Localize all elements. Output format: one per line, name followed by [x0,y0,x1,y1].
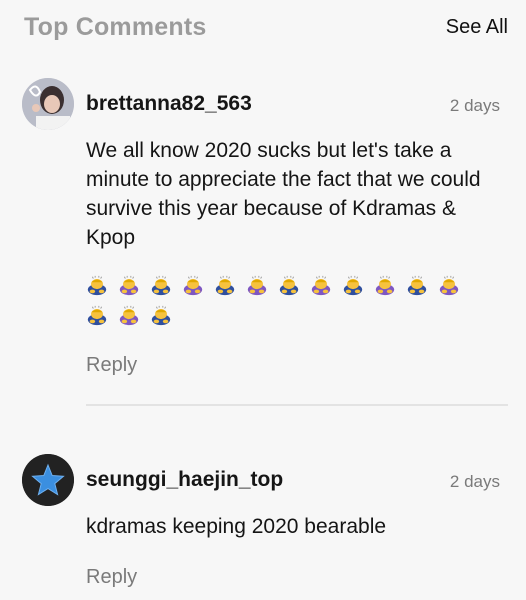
person-bowing-emoji [119,305,139,326]
avatar[interactable] [22,454,74,506]
avatar[interactable] [22,78,74,130]
person-bowing-emoji [311,275,331,296]
person-bowing-emoji [279,275,299,296]
person-bowing-emoji [407,275,427,296]
person-bowing-emoji [215,275,235,296]
person-bowing-emoji [151,275,171,296]
person-bowing-emoji [151,305,171,326]
person-bowing-emoji [119,275,139,296]
comment-username[interactable]: seunggi_haejin_top [86,468,283,492]
comment-item: brettanna82_563 2 days We all know 2020 … [22,78,508,398]
comment-timestamp: 2 days [449,472,500,491]
person-bowing-emoji [375,275,395,296]
person-bowing-emoji [87,275,107,296]
avatar-photo [22,78,74,130]
emoji-row [86,274,478,326]
person-bowing-emoji [439,275,459,296]
person-bowing-emoji [343,275,363,296]
comment-item: seunggi_haejin_top 2 days kdramas keepin… [22,454,508,600]
person-bowing-emoji [87,305,107,326]
star-icon [22,454,74,506]
section-title: Top Comments [24,12,207,41]
person-bowing-emoji [247,275,267,296]
comments-header: Top Comments See All [24,10,508,44]
person-bowing-emoji [183,275,203,296]
comment-username[interactable]: brettanna82_563 [86,92,252,116]
comment-timestamp: 2 days [449,96,500,115]
reply-button[interactable]: Reply [86,566,137,589]
see-all-link[interactable]: See All [446,16,508,39]
comment-divider [86,404,508,406]
reply-button[interactable]: Reply [86,354,137,377]
comment-text: kdramas keeping 2020 bearable [86,515,387,538]
comment-text: We all know 2020 sucks but let's take a … [86,139,481,249]
